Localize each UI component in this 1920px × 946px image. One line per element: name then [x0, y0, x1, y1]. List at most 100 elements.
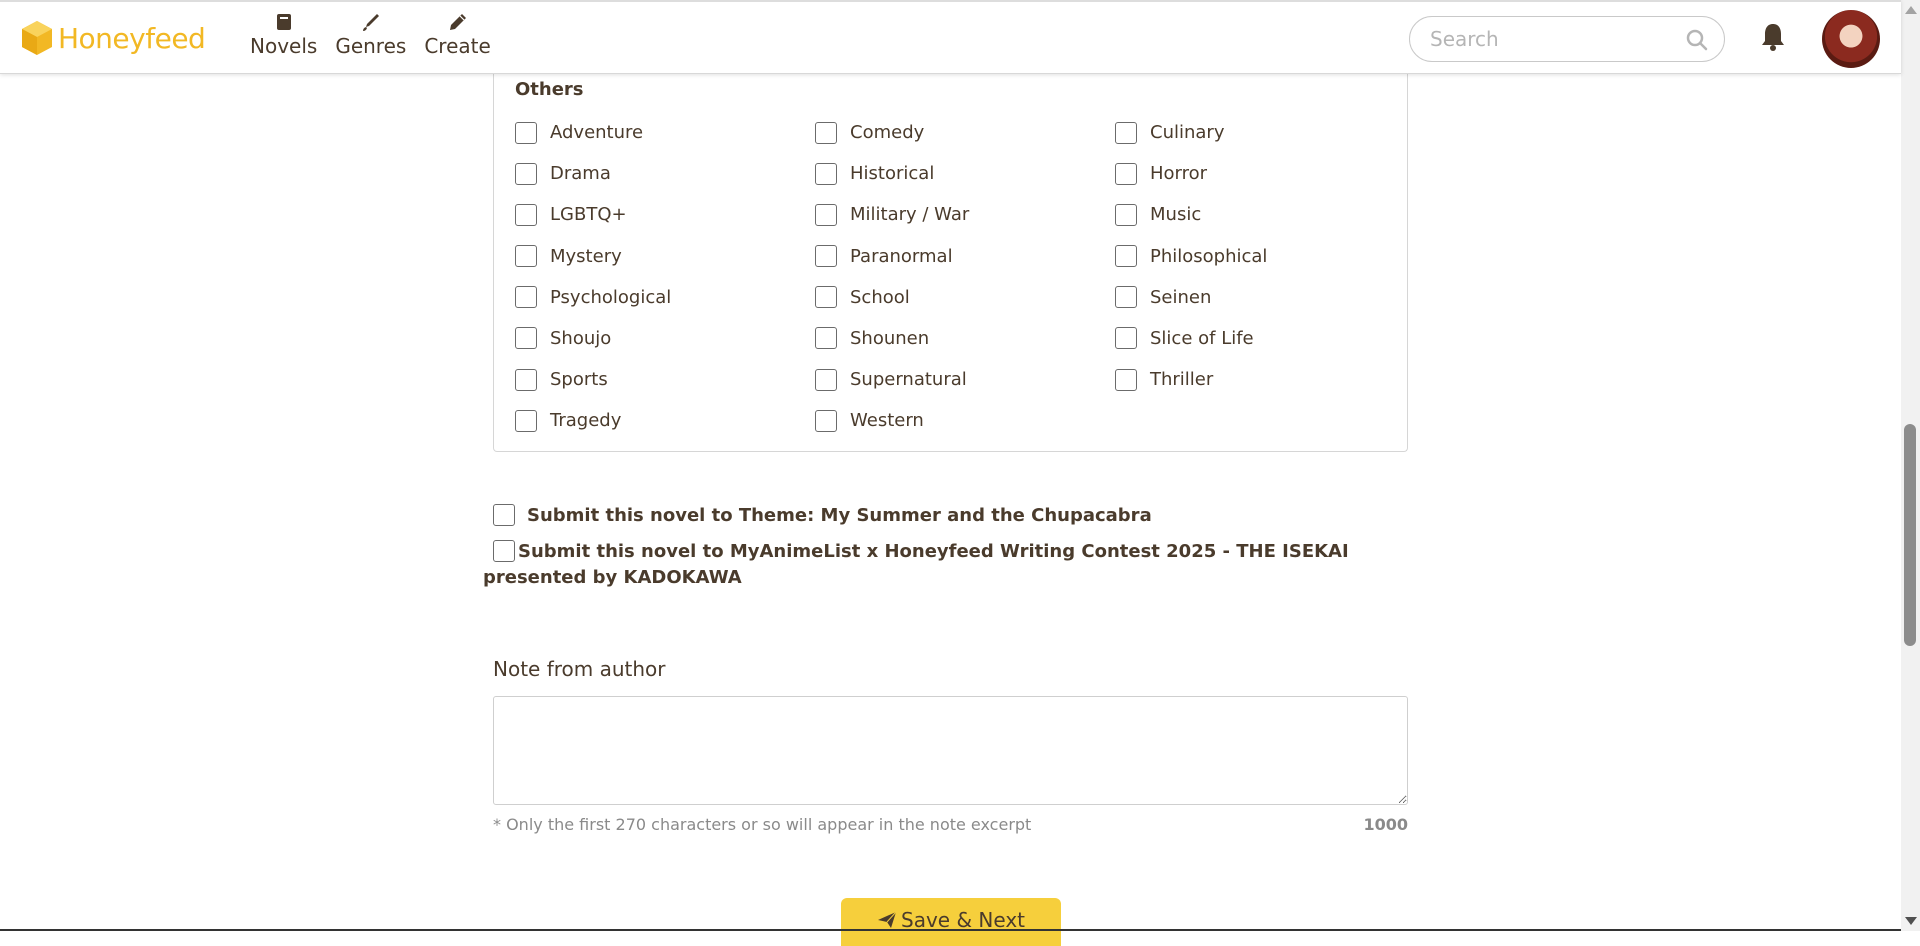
genre-label: Paranormal [850, 245, 953, 267]
genre-option-philosophical[interactable]: Philosophical [1115, 236, 1415, 277]
genre-label: Shounen [850, 327, 930, 349]
genre-label: Adventure [550, 122, 644, 143]
genre-option-thriller[interactable]: Thriller [1115, 359, 1415, 400]
page-scrollbar[interactable] [1901, 0, 1920, 931]
genre-checkbox[interactable] [515, 203, 537, 226]
genre-checkbox[interactable] [515, 286, 537, 309]
search-icon[interactable] [1686, 29, 1708, 51]
genre-label: Supernatural [850, 369, 967, 391]
genre-label: Music [1150, 204, 1202, 226]
genre-label: Drama [550, 163, 611, 185]
genre-label: Mystery [550, 245, 622, 267]
genre-option-sports[interactable]: Sports [515, 359, 815, 400]
genre-option-psychological[interactable]: Psychological [515, 277, 815, 318]
genre-checkbox[interactable] [815, 409, 837, 432]
book-icon [274, 12, 294, 32]
genre-selection-box: Others Adventure Comedy Culinary Drama H… [493, 60, 1408, 452]
genre-checkbox[interactable] [815, 368, 837, 391]
genre-option-lgbtq[interactable]: LGBTQ+ [515, 194, 815, 235]
genre-label: Western [850, 410, 924, 432]
genre-label: Tragedy [550, 410, 622, 432]
genre-checkbox[interactable] [815, 121, 837, 144]
genre-checkbox[interactable] [815, 203, 837, 226]
genre-option-horror[interactable]: Horror [1115, 153, 1415, 194]
genre-option-music[interactable]: Music [1115, 194, 1415, 235]
genre-option-drama[interactable]: Drama [515, 153, 815, 194]
genre-checkbox[interactable] [1115, 245, 1137, 268]
honeyfeed-logo[interactable]: Honeyfeed [20, 16, 206, 60]
note-excerpt-hint: * Only the first 270 characters or so wi… [493, 815, 1032, 834]
genre-checkbox[interactable] [815, 162, 837, 185]
note-char-counter: 1000 [1363, 815, 1408, 834]
genre-checkbox[interactable] [815, 245, 837, 268]
genre-option-supernatural[interactable]: Supernatural [815, 359, 1115, 400]
search-input[interactable] [1430, 17, 1690, 61]
genre-option-seinen[interactable]: Seinen [1115, 277, 1415, 318]
genre-label: Slice of Life [1150, 327, 1254, 349]
search-box [1409, 16, 1725, 62]
genre-checkbox[interactable] [1115, 327, 1137, 350]
genre-option-mystery[interactable]: Mystery [515, 236, 815, 277]
main-nav: Novels Genres Create [250, 12, 491, 58]
genre-option-military-war[interactable]: Military / War [815, 194, 1115, 235]
genre-checkbox[interactable] [1115, 203, 1137, 226]
genre-checkbox[interactable] [515, 162, 537, 185]
nav-create-label: Create [424, 34, 491, 58]
genre-checkbox[interactable] [815, 327, 837, 350]
genre-option-school[interactable]: School [815, 277, 1115, 318]
genre-option-western[interactable]: Western [815, 400, 1115, 441]
genre-group-title: Others [515, 79, 584, 100]
honey-box-logo-icon [22, 21, 52, 55]
genre-label: Psychological [550, 286, 672, 308]
note-from-author-title: Note from author [493, 657, 666, 681]
brush-icon [361, 12, 381, 32]
genre-label: Military / War [850, 204, 970, 226]
notification-bell-icon[interactable] [1760, 22, 1786, 52]
genre-option-comedy[interactable]: Comedy [815, 112, 1115, 153]
save-and-next-button[interactable]: Save & Next [841, 898, 1061, 946]
genre-checkbox[interactable] [515, 327, 537, 350]
genre-label: LGBTQ+ [550, 204, 627, 226]
genre-option-adventure[interactable]: Adventure [515, 112, 815, 153]
pencil-icon [448, 12, 468, 32]
nav-novels-label: Novels [250, 34, 318, 58]
scroll-down-arrow-icon[interactable] [1905, 917, 1917, 925]
submit-contest-checkbox[interactable] [493, 540, 515, 562]
submit-to-theme-option[interactable]: Submit this novel to Theme: My Summer an… [493, 503, 1152, 529]
nav-genres-label: Genres [335, 34, 407, 58]
genre-checkbox[interactable] [515, 121, 537, 144]
note-from-author-textarea[interactable] [493, 696, 1408, 805]
genre-checkbox[interactable] [1115, 286, 1137, 309]
genre-checkbox[interactable] [1115, 121, 1137, 144]
genre-checkbox[interactable] [515, 368, 537, 391]
genre-checkbox[interactable] [515, 245, 537, 268]
genre-label: Horror [1150, 163, 1208, 185]
submit-to-contest-option[interactable]: Submit this novel to MyAnimeList x Honey… [483, 539, 1393, 591]
genre-label: Historical [850, 163, 935, 185]
genre-option-paranormal[interactable]: Paranormal [815, 236, 1115, 277]
genre-label: Philosophical [1150, 245, 1268, 267]
submit-theme-label: Submit this novel to Theme: My Summer an… [527, 505, 1152, 526]
genre-option-tragedy[interactable]: Tragedy [515, 400, 815, 441]
user-avatar[interactable] [1822, 10, 1880, 68]
scrollbar-thumb[interactable] [1904, 424, 1916, 646]
submit-theme-checkbox[interactable] [493, 504, 515, 526]
genre-label: Culinary [1150, 122, 1225, 143]
genre-label: Thriller [1150, 369, 1214, 391]
nav-create[interactable]: Create [424, 12, 491, 58]
genre-checkbox[interactable] [815, 286, 837, 309]
genre-checkbox[interactable] [515, 409, 537, 432]
genre-option-shounen[interactable]: Shounen [815, 318, 1115, 359]
genre-option-culinary[interactable]: Culinary [1115, 112, 1415, 153]
genre-grid: Adventure Comedy Culinary Drama Historic… [515, 112, 1415, 442]
genre-option-slice-of-life[interactable]: Slice of Life [1115, 318, 1415, 359]
genre-option-historical[interactable]: Historical [815, 153, 1115, 194]
genre-option-shoujo[interactable]: Shoujo [515, 318, 815, 359]
genre-label: School [850, 286, 910, 308]
nav-novels[interactable]: Novels [250, 12, 317, 58]
genre-checkbox[interactable] [1115, 162, 1137, 185]
genre-checkbox[interactable] [1115, 368, 1137, 391]
nav-genres[interactable]: Genres [335, 12, 406, 58]
scroll-up-arrow-icon[interactable] [1905, 6, 1917, 14]
paper-plane-icon [878, 911, 897, 928]
